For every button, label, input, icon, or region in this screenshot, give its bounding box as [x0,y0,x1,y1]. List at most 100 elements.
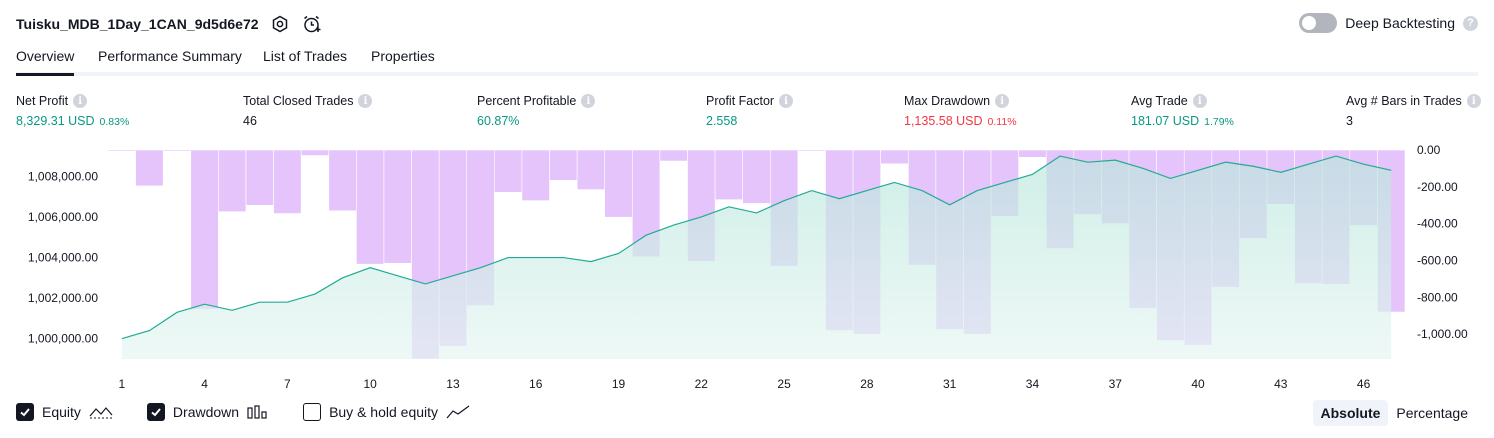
drawdown-checkbox[interactable] [146,403,165,421]
x-axis-tick-label: 28 [860,377,874,391]
x-axis-tick-label: 10 [363,377,377,391]
left-axis-tick-label: 1,008,000.00 [28,169,98,183]
metric-avg-trade: Avg Trade i 181.07 USD 1.79% [1131,94,1234,128]
metric-value: 46 [243,114,257,128]
drawdown-bar [576,149,606,190]
left-axis-tick-label: 1,004,000.00 [28,251,98,265]
left-axis-tick-label: 1,006,000.00 [28,210,98,224]
drawdown-bar [494,149,523,193]
right-axis-tick-label: -200.00 [1417,180,1458,194]
legend-drawdown-label: Drawdown [172,404,240,420]
x-axis-tick-label: 34 [1026,377,1040,391]
x-axis-tick-label: 37 [1109,377,1123,391]
gear-icon[interactable] [269,13,291,35]
info-icon[interactable]: i [1466,94,1481,108]
drawdown-bar [521,149,550,201]
equity-checkbox[interactable] [16,403,34,421]
right-axis-tick-label: -1,000.00 [1417,327,1468,341]
x-axis-tick-label: 43 [1274,377,1288,391]
left-axis-tick-label: 1,002,000.00 [28,291,98,305]
drawdown-bar [880,149,909,165]
buy-hold-line-icon [446,405,470,419]
metric-label: Profit Factor [706,94,775,108]
strategy-header: Tuisku_MDB_1Day_1CAN_9d5d6e72 [16,12,323,36]
metric-max-drawdown: Max Drawdown i 1,135.58 USD 0.11% [904,94,1017,128]
x-axis-tick-label: 22 [695,377,709,391]
right-axis-tick-label: -600.00 [1417,253,1458,267]
info-icon[interactable]: i [1192,94,1207,108]
drawdown-bar [549,149,578,181]
deep-backtesting-toggle[interactable] [1299,13,1338,33]
drawdown-bar [356,149,385,265]
legend-equity-label: Equity [42,404,81,420]
strategy-name: Tuisku_MDB_1Day_1CAN_9d5d6e72 [16,16,259,32]
drawdown-bar [383,149,412,264]
metric-label: Avg # Bars in Trades [1346,94,1462,108]
tab-properties[interactable]: Properties [371,48,435,76]
x-axis-tick-label: 16 [529,377,543,391]
right-axis-tick-label: -400.00 [1417,217,1458,231]
metric-value: 181.07 USD [1131,114,1200,128]
x-axis-tick-label: 7 [284,377,291,391]
absolute-option[interactable]: Absolute [1312,400,1389,426]
percentage-option[interactable]: Percentage [1388,400,1476,426]
info-icon[interactable]: i [73,94,88,108]
chart-legend: Equity Drawdown Buy & hold equity [16,403,504,421]
metric-label: Max Drawdown [904,94,991,108]
metric-value: 60.87% [477,114,520,128]
legend-equity[interactable]: Equity [16,403,113,421]
drawdown-bars-icon [247,405,267,419]
equity-drawdown-chart[interactable]: 1,000,000.00 1,002,000.00 1,004,000.00 1,00… [0,140,1494,398]
tab-performance-summary[interactable]: Performance Summary [98,48,242,76]
x-axis-tick-label: 25 [777,377,791,391]
tab-list-of-trades[interactable]: List of Trades [263,48,347,76]
buy-hold-checkbox[interactable] [303,403,322,421]
scale-toggle: Absolute Percentage [1312,400,1477,426]
info-icon[interactable]: i [358,94,373,108]
metric-profit-factor: Profit Factor i 2.558 [706,94,794,128]
metric-percent-profitable: Percent Profitable i 60.87% [477,94,596,128]
drawdown-bar [162,149,192,152]
drawdown-bar [714,149,744,201]
tab-bar: Overview Performance Summary List of Tra… [16,44,1478,76]
metric-label: Percent Profitable [477,94,577,108]
help-icon[interactable]: ? [1463,15,1478,31]
metric-percent: 1.79% [1204,116,1234,128]
right-axis-tick-label: 0.00 [1417,143,1441,157]
metric-label: Avg Trade [1131,94,1188,108]
drawdown-bar [245,149,274,206]
equity-line-icon [89,407,113,419]
drawdown-bar [1018,149,1047,158]
metric-percent: 0.11% [987,116,1017,128]
info-icon[interactable]: i [779,94,794,108]
x-axis-tick-label: 1 [118,377,125,391]
info-icon[interactable]: i [995,94,1010,108]
metric-value: 8,329.31 USD [16,114,95,128]
legend-buy-hold[interactable]: Buy & hold equity [303,403,470,421]
legend-drawdown[interactable]: Drawdown [146,403,269,421]
legend-buy-hold-label: Buy & hold equity [329,404,439,420]
info-icon[interactable]: i [581,94,596,108]
x-axis-tick-label: 13 [446,377,460,391]
alarm-clock-plus-icon[interactable] [301,13,323,35]
drawdown-bar [190,149,219,310]
drawdown-bar [135,149,164,187]
metric-value: 1,135.58 USD [904,114,983,128]
right-axis-tick-label: -800.00 [1417,290,1458,304]
drawdown-bar [797,149,826,152]
drawdown-bar [300,149,330,156]
deep-backtesting: Deep Backtesting ? [1299,13,1478,33]
tab-overview[interactable]: Overview [16,48,75,76]
drawdown-bar [659,149,688,162]
metric-value: 3 [1346,114,1353,128]
x-axis-tick-label: 40 [1191,377,1205,391]
metric-label: Net Profit [16,94,69,108]
drawdown-bar [107,149,136,152]
x-axis-tick-label: 46 [1357,377,1371,391]
drawdown-bar [328,149,357,212]
left-axis-tick-label: 1,000,000.00 [28,332,98,346]
deep-backtesting-label: Deep Backtesting [1345,15,1455,31]
metric-total-closed-trades: Total Closed Trades i 46 [243,94,373,128]
metric-percent: 0.83% [99,116,130,128]
drawdown-bar [604,149,633,218]
